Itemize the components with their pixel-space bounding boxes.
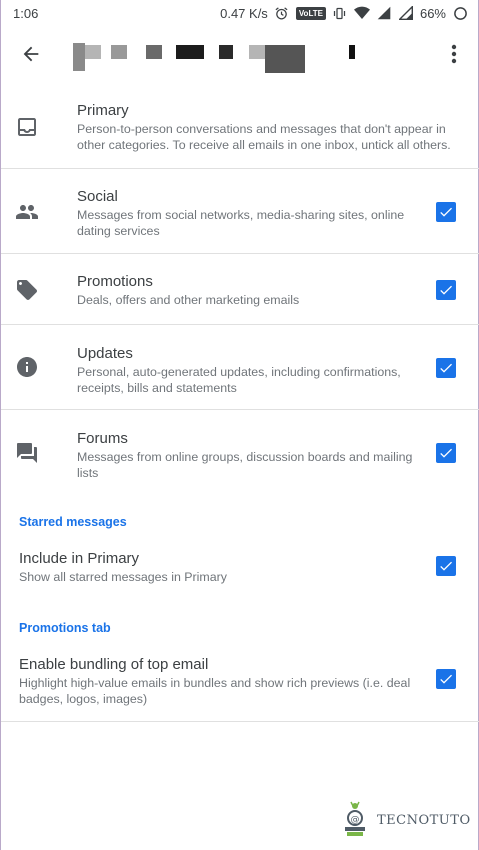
vibrate-icon [332, 5, 348, 21]
setting-description: Highlight high-value emails in bundles a… [19, 676, 411, 706]
divider [1, 721, 479, 722]
forums-checkbox[interactable] [436, 443, 456, 463]
wifi-icon [353, 5, 370, 21]
category-row-updates[interactable]: Updates Personal, auto-generated updates… [1, 325, 479, 410]
tag-icon [17, 280, 37, 300]
setting-title: Enable bundling of top email [19, 656, 209, 673]
category-description: Messages from online groups, discussion … [77, 450, 413, 480]
category-title: Social [77, 188, 118, 205]
updates-checkbox[interactable] [436, 358, 456, 378]
status-icons: 0.47 K/s VoLTE 66% [220, 5, 468, 21]
setting-description: Show all starred messages in Primary [19, 570, 227, 584]
check-icon [440, 207, 452, 217]
category-description: Personal, auto-generated updates, includ… [77, 365, 401, 395]
promotions-checkbox[interactable] [436, 280, 456, 300]
include-primary-checkbox[interactable] [436, 556, 456, 576]
bundling-checkbox[interactable] [436, 669, 456, 689]
svg-text:@: @ [351, 815, 360, 825]
section-header-starred: Starred messages [19, 515, 127, 529]
volte-badge: VoLTE [295, 6, 326, 20]
battery-icon [452, 5, 468, 21]
more-vert-icon [451, 44, 457, 64]
category-description: Deals, offers and other marketing emails [77, 293, 300, 307]
category-row-primary[interactable]: Primary Person-to-person conversations a… [1, 84, 479, 169]
category-row-forums[interactable]: Forums Messages from online groups, disc… [1, 410, 479, 498]
status-bar: 1:06 0.47 K/s VoLTE 66% [1, 0, 479, 26]
check-icon [440, 363, 452, 373]
category-row-social[interactable]: Social Messages from social networks, me… [1, 169, 479, 254]
social-checkbox[interactable] [436, 202, 456, 222]
setting-row-include-primary[interactable]: Include in Primary Show all starred mess… [1, 540, 479, 600]
net-speed: 0.47 K/s [220, 5, 268, 21]
check-icon [440, 674, 452, 684]
app-bar [1, 26, 479, 84]
back-button[interactable] [17, 40, 45, 68]
inbox-icon [18, 118, 36, 136]
people-icon [16, 205, 38, 219]
status-time: 1:06 [13, 5, 39, 21]
category-description: Messages from social networks, media-sha… [77, 208, 405, 238]
check-icon [440, 448, 452, 458]
arrow-back-icon [23, 46, 39, 62]
watermark: @ TECNOTUTO [339, 800, 471, 840]
check-icon [440, 561, 452, 571]
watermark-text: TECNOTUTO [377, 812, 471, 828]
info-icon [17, 357, 37, 377]
setting-title: Include in Primary [19, 550, 140, 567]
alarm-icon [274, 5, 290, 21]
forum-icon [17, 443, 37, 463]
check-icon [440, 285, 452, 295]
battery-percent: 66% [419, 5, 446, 21]
category-description: Person-to-person conversations and messa… [77, 122, 451, 152]
category-row-promotions[interactable]: Promotions Deals, offers and other marke… [1, 254, 479, 325]
watermark-logo-icon: @ [345, 801, 365, 836]
category-title: Updates [77, 345, 133, 362]
category-title: Promotions [77, 273, 153, 290]
signal-icon [376, 5, 392, 21]
setting-row-bundling[interactable]: Enable bundling of top email Highlight h… [1, 645, 479, 721]
more-options-button[interactable] [442, 40, 466, 68]
section-header-promotions-tab: Promotions tab [19, 621, 111, 635]
category-title: Forums [77, 430, 128, 447]
category-title: Primary [77, 102, 129, 119]
signal-icon-2 [398, 5, 414, 21]
